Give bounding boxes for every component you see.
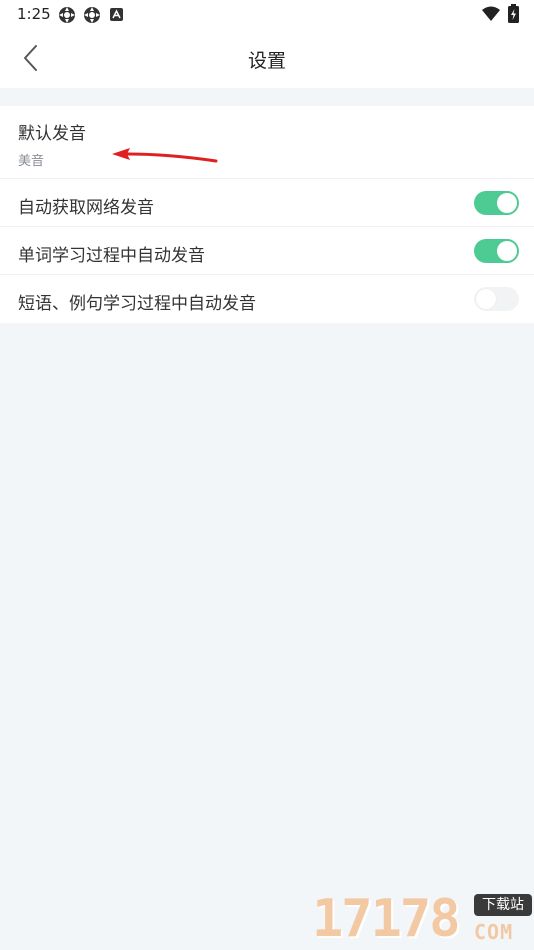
toggle-knob (476, 289, 496, 309)
page-title: 设置 (247, 50, 286, 72)
red-arrow-annotation (112, 148, 218, 163)
phrase-example-auto-pronounce-toggle[interactable] (474, 287, 519, 311)
watermark: 17178 下载站 COM (308, 888, 534, 950)
nav-bar: 设置 (0, 28, 534, 88)
status-bar: 1:25 (0, 0, 534, 28)
toggle-knob (497, 241, 517, 261)
wifi-icon (482, 6, 500, 21)
word-learning-auto-pronounce-row: 单词学习过程中自动发音 (0, 227, 534, 275)
default-pronunciation-label: 默认发音 (18, 124, 86, 144)
auto-fetch-network-pronunciation-label: 自动获取网络发音 (18, 198, 154, 218)
watermark-badge: 下载站 (474, 894, 532, 916)
word-learning-auto-pronounce-toggle[interactable] (474, 239, 519, 263)
settings-gear-icon (59, 7, 75, 23)
watermark-suffix: COM (474, 920, 514, 944)
auto-fetch-network-pronunciation-row: 自动获取网络发音 (0, 179, 534, 227)
status-time: 1:25 (17, 5, 51, 23)
default-pronunciation-row[interactable]: 默认发音 美音 (0, 106, 534, 179)
auto-fetch-network-pronunciation-toggle[interactable] (474, 191, 519, 215)
a-notification-icon (110, 8, 123, 21)
toggle-knob (497, 193, 517, 213)
settings-gear-icon (84, 7, 100, 23)
battery-charging-icon (508, 4, 519, 23)
watermark-digits: 17178 (312, 889, 461, 949)
default-pronunciation-value: 美音 (18, 154, 45, 169)
word-learning-auto-pronounce-label: 单词学习过程中自动发音 (18, 246, 205, 266)
phrase-example-auto-pronounce-label: 短语、例句学习过程中自动发音 (18, 294, 256, 314)
phrase-example-auto-pronounce-row: 短语、例句学习过程中自动发音 (0, 275, 534, 323)
settings-list: 默认发音 美音 自动获取网络发音 单词学习过程中自动发音 短语、例句学习过程中自… (0, 106, 534, 323)
